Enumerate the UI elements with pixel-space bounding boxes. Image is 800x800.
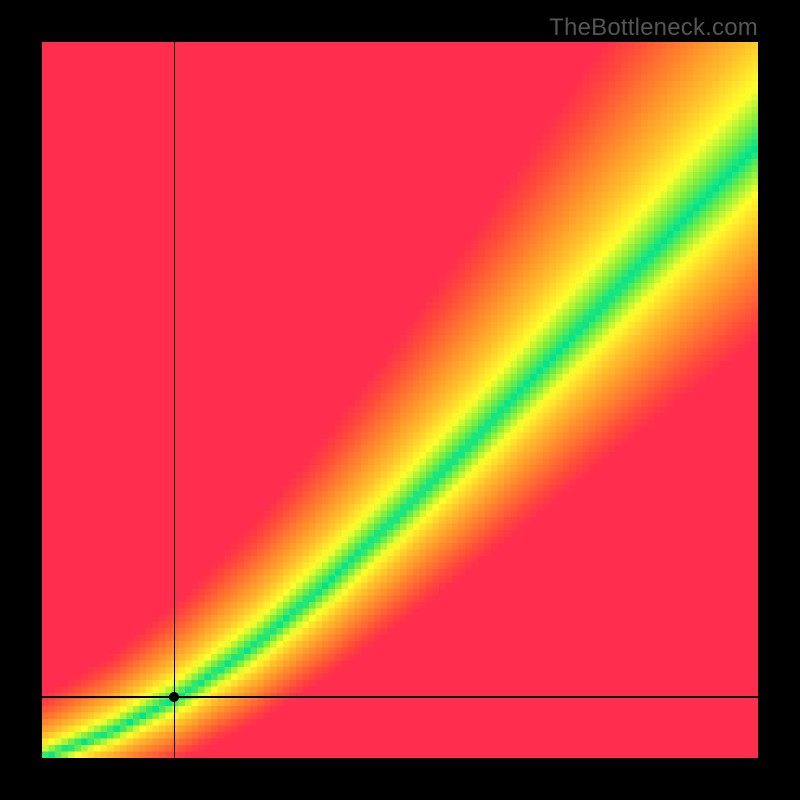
watermark-text: TheBottleneck.com [549,14,758,42]
chart-frame: TheBottleneck.com [0,0,800,800]
heatmap-canvas [42,42,758,758]
crosshair-vertical [174,42,176,758]
heatmap-plot [42,42,758,758]
selection-marker [169,692,179,702]
crosshair-horizontal [42,696,758,698]
